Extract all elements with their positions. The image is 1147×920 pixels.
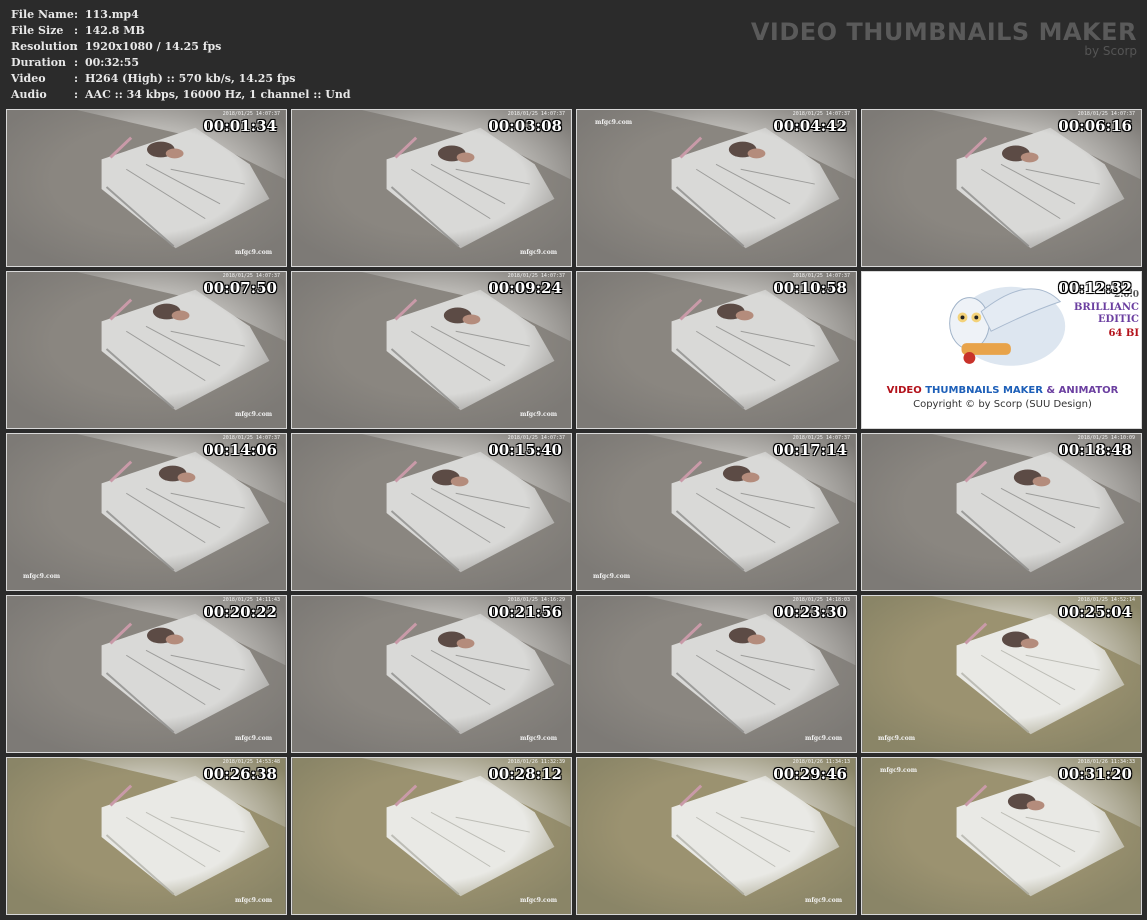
info-value: 1920x1080 / 14.25 fps [85, 40, 222, 53]
ad-edition-label: EDITIC [1097, 314, 1139, 325]
timestamp: 00:06:16 [1058, 117, 1132, 135]
info-label: Duration [11, 56, 67, 69]
timestamp: 00:12:32 [1058, 279, 1132, 297]
thumbnail: 2018/01/26 11:32:39 mfgc9.com 00:28:12 [291, 757, 572, 915]
timestamp: 00:09:24 [488, 279, 562, 297]
watermark: mfgc9.com [235, 249, 273, 256]
watermark: mfgc9.com [520, 735, 558, 742]
info-header: File Name:113.mp4 File Size:142.8 MB Resol… [0, 0, 1147, 108]
timestamp: 00:28:12 [488, 765, 562, 783]
timestamp: 00:01:34 [203, 117, 277, 135]
timestamp: 00:31:20 [1058, 765, 1132, 783]
timestamp: 00:18:48 [1058, 441, 1132, 459]
timestamp: 00:21:56 [488, 603, 562, 621]
ad-title-part: THUMBNAILS MAKER [925, 385, 1043, 396]
watermark: mfgc9.com [235, 411, 273, 418]
info-label: File Name [11, 8, 74, 21]
info-separator: : [74, 40, 79, 53]
thumbnail: 2018/01/25 14:18:03 mfgc9.com 00:23:30 [576, 595, 857, 753]
info-value: AAC :: 34 kbps, 16000 Hz, 1 channel :: U… [85, 88, 351, 101]
ad-title-part: VIDEO [886, 385, 926, 396]
watermark: mfgc9.com [520, 249, 558, 256]
info-label: Audio [11, 88, 47, 101]
thumbnail: 2018/01/25 14:10:09 00:18:48 [861, 433, 1142, 591]
brand-title: VIDEO THUMBNAILS MAKER [750, 18, 1137, 46]
info-separator: : [74, 56, 79, 69]
thumbnail-grid: 2018/01/25 14:07:37 mfgc9.com 00:01:34 2018… [6, 109, 1144, 917]
timestamp: 00:23:30 [773, 603, 847, 621]
info-separator: : [74, 8, 79, 21]
info-label: File Size [11, 24, 64, 37]
timestamp: 00:04:42 [773, 117, 847, 135]
ad-edition-label: 64 BI [1108, 328, 1139, 339]
thumbnail: 2018/01/25 14:07:37 mfgc9.com 00:09:24 [291, 271, 572, 429]
watermark: mfgc9.com [235, 735, 273, 742]
thumbnail: 2018/01/26 11:34:33 mfgc9.com 00:31:20 [861, 757, 1142, 915]
thumbnail: 2018/01/25 14:07:37 00:06:16 [861, 109, 1142, 267]
info-separator: : [74, 72, 79, 85]
info-label: Video [11, 72, 46, 85]
timestamp: 00:10:58 [773, 279, 847, 297]
watermark: mfgc9.com [520, 897, 558, 904]
timestamp: 00:14:06 [203, 441, 277, 459]
timestamp: 00:29:46 [773, 765, 847, 783]
ad-title: VIDEO THUMBNAILS MAKER & ANIMATOR [862, 385, 1141, 396]
timestamp: 00:17:14 [773, 441, 847, 459]
watermark: mfgc9.com [23, 573, 61, 580]
info-value: 142.8 MB [85, 24, 145, 37]
watermark: mfgc9.com [235, 897, 273, 904]
thumbnail: 2018/01/26 11:34:13 mfgc9.com 00:29:46 [576, 757, 857, 915]
thumbnail: 2018/01/25 14:53:48 mfgc9.com 00:26:38 [6, 757, 287, 915]
timestamp: 00:20:22 [203, 603, 277, 621]
watermark: mfgc9.com [595, 119, 633, 126]
info-value: H264 (High) :: 570 kb/s, 14.25 fps [85, 72, 296, 85]
ad-title-part: & ANIMATOR [1042, 385, 1119, 396]
watermark: mfgc9.com [593, 573, 631, 580]
thumbnail: 2018/01/25 14:07:37 mfgc9.com 00:07:50 [6, 271, 287, 429]
thumbnail: 2018/01/25 14:11:43 mfgc9.com 00:20:22 [6, 595, 287, 753]
thumbnail: 2018/01/25 14:07:37 mfgc9.com 00:01:34 [6, 109, 287, 267]
watermark: mfgc9.com [520, 411, 558, 418]
watermark: mfgc9.com [878, 735, 916, 742]
info-label: Resolution [11, 40, 78, 53]
thumbnail: 2018/01/25 14:16:29 mfgc9.com 00:21:56 [291, 595, 572, 753]
watermark: mfgc9.com [805, 897, 843, 904]
info-separator: : [74, 88, 79, 101]
info-value: 00:32:55 [85, 56, 140, 69]
thumbnail: 2018/01/25 14:07:37 00:10:58 [576, 271, 857, 429]
info-value: 113.mp4 [85, 8, 139, 21]
brand-logo: VIDEO THUMBNAILS MAKER by Scorp [751, 18, 1137, 57]
thumbnail: 2018/01/25 14:52:14 mfgc9.com 00:25:04 [861, 595, 1142, 753]
watermark: mfgc9.com [880, 767, 918, 774]
watermark: mfgc9.com [805, 735, 843, 742]
thumbnail: 2018/01/25 14:07:37 mfgc9.com 00:14:06 [6, 433, 287, 591]
thumbnail: 2018/01/25 14:07:37 00:15:40 [291, 433, 572, 591]
timestamp: 00:15:40 [488, 441, 562, 459]
info-separator: : [74, 24, 79, 37]
thumbnail: 2018/01/25 14:07:37 mfgc9.com 00:17:14 [576, 433, 857, 591]
ad-thumbnail: VIDEO THUMBNAILS MAKER & ANIMATOR Copyrig… [861, 271, 1142, 429]
thumbnail: 2018/01/25 14:07:37 mfgc9.com 00:04:42 [576, 109, 857, 267]
timestamp: 00:26:38 [203, 765, 277, 783]
timestamp: 00:07:50 [203, 279, 277, 297]
thumbnail: 2018/01/25 14:07:37 mfgc9.com 00:03:08 [291, 109, 572, 267]
brand-subtitle: by Scorp [1084, 44, 1137, 58]
timestamp: 00:03:08 [488, 117, 562, 135]
ad-copyright: Copyright © by Scorp (SUU Design) [913, 399, 1092, 410]
timestamp: 00:25:04 [1058, 603, 1132, 621]
ad-edition-label: BRILLIANC [1073, 302, 1139, 313]
